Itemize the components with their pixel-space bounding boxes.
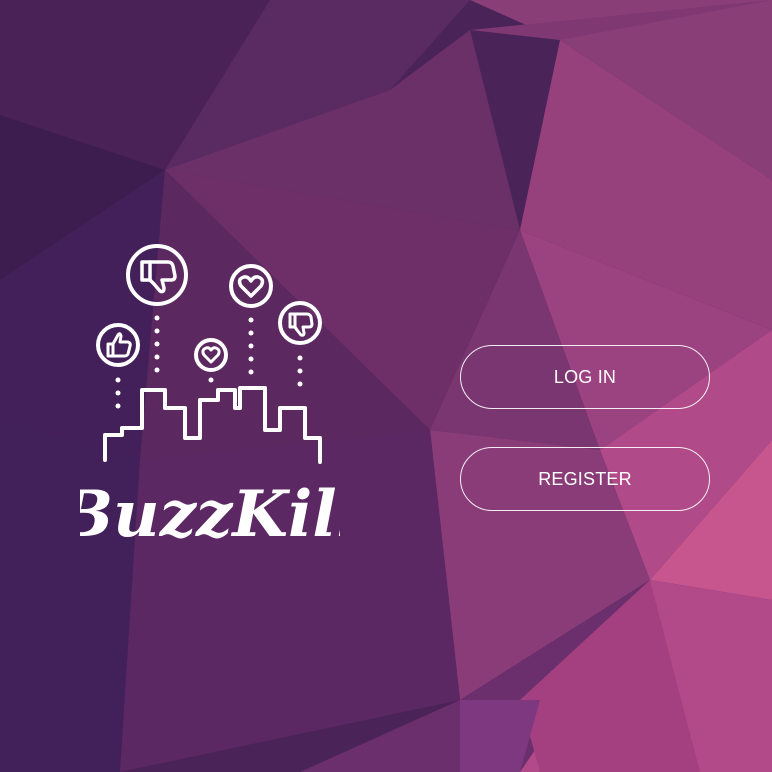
thumbs-up-icon (96, 323, 140, 367)
heart-icon (194, 338, 228, 372)
city-skyline-icon (103, 386, 322, 464)
register-button-label: REGISTER (538, 468, 632, 489)
login-screen: BuzzKill LOG IN REGISTER (0, 0, 772, 772)
login-button[interactable]: LOG IN (460, 345, 710, 409)
thumbs-down-icon (278, 301, 322, 345)
heart-icon (229, 264, 273, 308)
register-button[interactable]: REGISTER (460, 447, 710, 511)
login-button-label: LOG IN (553, 366, 617, 387)
brand-wordmark: BuzzKill (80, 477, 340, 545)
thumbs-down-icon (126, 244, 188, 306)
buzzkill-logo: BuzzKill (80, 244, 340, 545)
